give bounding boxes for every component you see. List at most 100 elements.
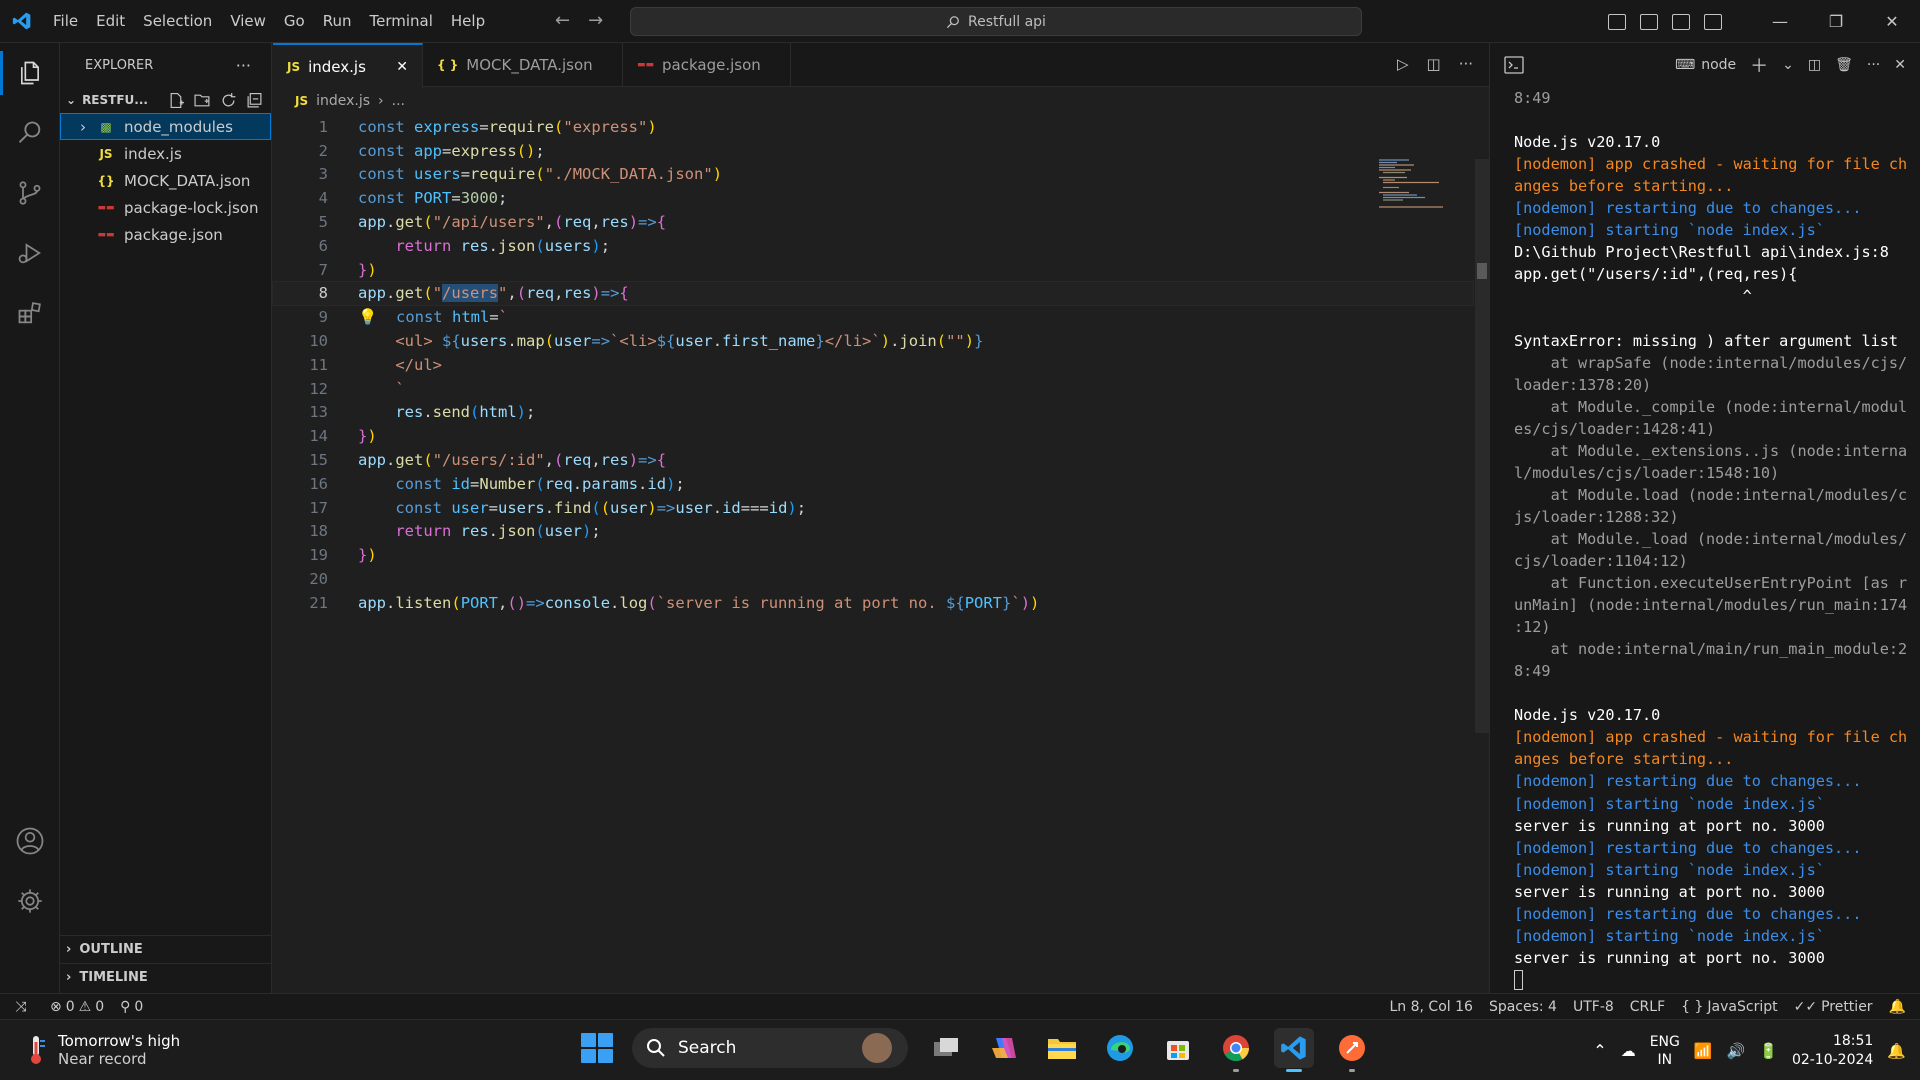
status-bar: ⤨ ⊗ 0 ⚠ 0 ⚲ 0 Ln 8, Col 16 Spaces: 4 UTF… (0, 993, 1920, 1019)
new-terminal-icon[interactable]: ＋ (1750, 52, 1768, 78)
search-view-icon[interactable] (0, 103, 60, 163)
menu-run[interactable]: Run (314, 0, 361, 43)
split-editor-icon[interactable]: ◫ (1427, 55, 1441, 73)
minimap[interactable] (1379, 158, 1459, 208)
menu-edit[interactable]: Edit (87, 0, 134, 43)
cursor-position[interactable]: Ln 8, Col 16 (1382, 999, 1481, 1015)
source-control-icon[interactable] (0, 163, 60, 223)
volume-icon[interactable]: 🔊 (1727, 1042, 1746, 1060)
vscode-taskbar-icon[interactable] (1274, 1028, 1314, 1072)
breadcrumb: JS index.js › ... (273, 87, 1489, 115)
customize-layout-icon[interactable] (1704, 13, 1722, 30)
folder-header[interactable]: ⌄ RESTFU... (60, 87, 271, 113)
tab-index-js[interactable]: JS index.js ✕ (273, 43, 423, 88)
menu-help[interactable]: Help (442, 0, 494, 43)
terminal-output[interactable]: 8:49 Node.js v20.17.0 [nodemon] app crashe… (1490, 87, 1920, 991)
back-arrow-icon[interactable]: ← (555, 10, 570, 31)
forward-arrow-icon[interactable]: → (588, 10, 603, 31)
tab-mock-data-json[interactable]: { } MOCK_DATA.json (423, 43, 623, 87)
toggle-secondary-sidebar-icon[interactable] (1672, 13, 1690, 30)
outline-section[interactable]: › OUTLINE (60, 935, 272, 963)
split-terminal-icon[interactable]: ◫ (1808, 57, 1821, 73)
run-file-icon[interactable]: ▷ (1397, 55, 1409, 73)
terminal-line: [nodemon] restarting due to changes... (1514, 838, 1862, 857)
minimize-button[interactable]: — (1752, 0, 1808, 43)
task-view-icon[interactable] (926, 1028, 966, 1068)
editor-area: JS index.js ✕ { } MOCK_DATA.json ▬▬ pack… (272, 43, 1489, 993)
terminal-line: [nodemon] restarting due to changes... (1514, 772, 1862, 791)
prettier-status[interactable]: ✓✓ Prettier (1786, 999, 1881, 1015)
windows-start-icon[interactable] (578, 1030, 614, 1066)
menu-terminal[interactable]: Terminal (361, 0, 442, 43)
remote-indicator-icon[interactable]: ⤨ (0, 994, 42, 1020)
taskbar-search[interactable]: Search (632, 1028, 908, 1068)
extensions-icon[interactable] (0, 283, 60, 343)
postman-icon[interactable] (1332, 1028, 1372, 1072)
weather-widget[interactable]: Tomorrow's high Near record (26, 1032, 180, 1068)
search-icon (647, 1039, 665, 1057)
language-mode[interactable]: { } JavaScript (1673, 999, 1785, 1015)
trash-icon[interactable]: 🗑 (1835, 57, 1853, 73)
breadcrumb-file[interactable]: index.js (316, 93, 370, 109)
warning-count: 0 (95, 998, 105, 1015)
battery-icon[interactable]: 🔋 (1759, 1042, 1778, 1060)
file-explorer-icon[interactable] (1042, 1028, 1082, 1068)
terminal-shell-tab[interactable]: ⌨ node (1675, 57, 1736, 73)
toggle-panel-icon[interactable] (1640, 13, 1658, 30)
clock-time: 18:51 (1832, 1032, 1874, 1049)
menu-file[interactable]: File (44, 0, 87, 43)
more-actions-icon[interactable]: ··· (1867, 57, 1880, 73)
microsoft-store-icon[interactable] (1158, 1028, 1198, 1068)
chevron-down-icon[interactable]: ⌄ (1782, 57, 1794, 73)
explorer-icon[interactable] (0, 43, 60, 103)
close-icon[interactable]: ✕ (1894, 57, 1906, 73)
terminal-icon (1504, 56, 1524, 74)
tree-item-mock-data-json[interactable]: {} MOCK_DATA.json (60, 167, 271, 194)
tree-item-index-js[interactable]: JS index.js (60, 140, 271, 167)
tree-item-node-modules[interactable]: › ▩ node_modules (60, 113, 271, 140)
notification-bell-icon[interactable]: 🔔 (1887, 1042, 1906, 1060)
tab-label: index.js (308, 57, 366, 76)
more-actions-icon[interactable]: ··· (236, 56, 251, 75)
chrome-browser-icon[interactable] (1216, 1028, 1256, 1072)
account-icon[interactable] (0, 811, 60, 871)
menu-go[interactable]: Go (275, 0, 314, 43)
tab-package-json[interactable]: ▬▬ package.json (623, 43, 791, 87)
encoding[interactable]: UTF-8 (1565, 999, 1622, 1015)
clock-date: 02-10-2024 (1791, 1051, 1874, 1068)
ports-indicator[interactable]: ⚲ 0 (112, 999, 151, 1015)
notifications-bell-icon[interactable]: 🔔 (1881, 999, 1920, 1015)
cloud-offline-icon[interactable]: ☁ (1621, 1042, 1636, 1060)
more-actions-icon[interactable]: ··· (1459, 55, 1473, 73)
edge-browser-icon[interactable] (1100, 1028, 1140, 1068)
close-window-button[interactable]: ✕ (1864, 0, 1920, 43)
settings-gear-icon[interactable] (0, 871, 60, 931)
problems-indicator[interactable]: ⊗ 0 ⚠ 0 (42, 999, 112, 1015)
copilot-icon[interactable] (984, 1028, 1024, 1068)
tree-item-package-lock-json[interactable]: ▬▬ package-lock.json (60, 194, 271, 221)
breadcrumb-rest[interactable]: ... (392, 93, 405, 109)
chevron-right-icon: › (378, 93, 384, 109)
lightbulb-icon[interactable]: 💡 (358, 308, 377, 326)
language-indicator[interactable]: ENG IN (1650, 1033, 1680, 1069)
clock[interactable]: 18:51 02-10-2024 (1792, 1032, 1873, 1070)
line-ending[interactable]: CRLF (1622, 999, 1673, 1015)
indentation[interactable]: Spaces: 4 (1481, 999, 1565, 1015)
new-folder-icon[interactable] (194, 92, 211, 109)
collapse-all-icon[interactable] (246, 92, 263, 109)
code-editor[interactable]: 1 const express=require("express") 2 const… (272, 115, 1474, 615)
wifi-icon[interactable]: 📶 (1694, 1042, 1713, 1060)
editor-scrollbar[interactable] (1475, 159, 1489, 733)
toggle-sidebar-icon[interactable] (1608, 13, 1626, 30)
timeline-section[interactable]: › TIMELINE (60, 963, 272, 991)
new-file-icon[interactable] (168, 92, 185, 109)
close-icon[interactable]: ✕ (396, 59, 408, 75)
refresh-icon[interactable] (220, 92, 237, 109)
run-debug-icon[interactable] (0, 223, 60, 283)
menu-selection[interactable]: Selection (134, 0, 221, 43)
maximize-button[interactable]: ❐ (1808, 0, 1864, 43)
command-center-search[interactable]: Restfull api (630, 7, 1362, 36)
menu-view[interactable]: View (221, 0, 275, 43)
chevron-up-icon[interactable]: ⌃ (1593, 1041, 1606, 1060)
tree-item-package-json[interactable]: ▬▬ package.json (60, 221, 271, 248)
